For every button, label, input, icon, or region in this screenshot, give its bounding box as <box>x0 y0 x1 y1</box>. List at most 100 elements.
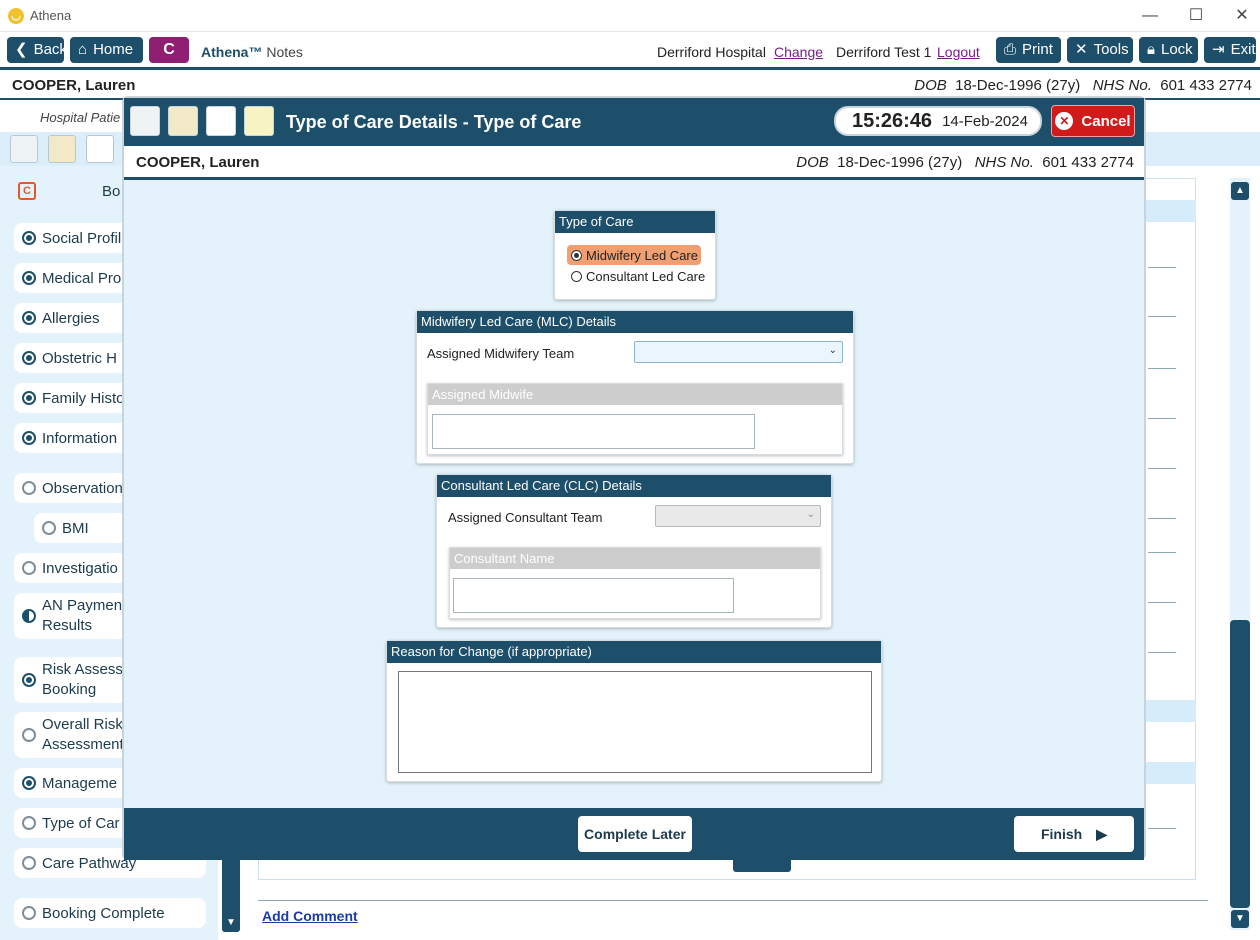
assigned-midwife-field[interactable] <box>432 414 755 449</box>
maximize-button[interactable]: ☐ <box>1186 6 1206 26</box>
finish-label: Finish <box>1040 826 1083 842</box>
medication-pill-icon[interactable] <box>48 135 76 163</box>
patient-name: COOPER, Lauren <box>12 77 136 94</box>
chevron-left-icon: ❮ <box>15 41 28 58</box>
minimize-button[interactable]: — <box>1140 6 1160 26</box>
complete-later-button[interactable]: Complete Later <box>578 816 692 852</box>
sidebar-item-label-line2: Assessment <box>42 736 124 753</box>
scroll-down-icon[interactable]: ▼ <box>222 914 240 932</box>
complete-later-label: Complete Later <box>584 826 686 842</box>
tools-label: Tools <box>1093 41 1129 58</box>
background-divider <box>1148 418 1176 419</box>
lock-button[interactable]: 🔒︎ Lock <box>1139 37 1198 63</box>
window-title: Athena <box>30 8 72 23</box>
scrollbar-thumb[interactable] <box>1230 620 1250 908</box>
lock-icon: 🔒︎ <box>1147 41 1155 58</box>
add-comment-link[interactable]: Add Comment <box>262 908 358 924</box>
patient-dob-nhs: DOB 18-Dec-1996 (27y) NHS No. 601 433 27… <box>796 154 1134 171</box>
lock-label: Lock <box>1160 41 1193 58</box>
mother-baby-icon[interactable] <box>206 106 236 136</box>
background-divider <box>1148 267 1176 268</box>
assigned-midwife-group: Assigned Midwife <box>427 383 843 455</box>
sidebar-item-label: Information <box>42 429 118 447</box>
finish-button[interactable]: Finish ▶ <box>1014 816 1134 852</box>
clock-display: 15:26:46 14-Feb-2024 <box>834 106 1042 136</box>
tools-icon: ✕ <box>1075 41 1088 58</box>
status-incomplete-icon <box>22 481 36 495</box>
exit-button[interactable]: ⇥ Exit <box>1204 37 1256 63</box>
consultant-name-field[interactable] <box>453 578 734 613</box>
dialog-patient-banner: COOPER, Lauren DOB 18-Dec-1996 (27y) NHS… <box>124 146 1144 180</box>
settings-cog-icon[interactable] <box>10 135 38 163</box>
brand-name: Athena™ <box>201 44 263 60</box>
consultant-team-select[interactable]: ⌄ <box>655 505 821 527</box>
reason-for-change-textarea[interactable] <box>398 671 872 773</box>
clock-time: 15:26:46 <box>852 109 933 132</box>
change-hospital-link[interactable]: Change <box>774 44 823 60</box>
close-circle-icon: ✕ <box>1055 112 1074 130</box>
print-button[interactable]: ⎙ Print <box>996 37 1061 63</box>
sidebar-item-label: Investigatio <box>42 559 118 577</box>
sidebar-item-label: AN Paymen <box>42 597 123 614</box>
c-button[interactable]: C <box>149 37 189 63</box>
scroll-up-icon[interactable]: ▲ <box>1231 182 1249 200</box>
clock-date: 14-Feb-2024 <box>942 112 1028 130</box>
user-name: Derriford Test 1 <box>836 44 932 60</box>
main-toolbar: ❮ Back ⌂ Home C Athena™ Notes Derriford Ho… <box>0 32 1260 68</box>
status-complete-icon <box>22 351 36 365</box>
option-label: Consultant Led Care <box>586 269 706 284</box>
sidebar-item-label: Family Histo <box>42 389 125 407</box>
background-divider <box>1148 468 1176 469</box>
sidebar-header: Bo <box>102 183 121 200</box>
sidebar-item-label-line2: Booking <box>42 681 97 698</box>
status-complete-icon <box>22 311 36 325</box>
status-complete-icon <box>22 271 36 285</box>
sidebar-item-label: Manageme <box>42 774 118 792</box>
calendar-icon[interactable] <box>244 106 274 136</box>
status-incomplete-icon <box>22 816 36 830</box>
background-divider <box>1148 368 1176 369</box>
status-incomplete-icon <box>22 728 36 742</box>
consultant-team-label: Assigned Consultant Team <box>448 510 603 525</box>
sidebar-item-label: Medical Pro <box>42 269 122 287</box>
close-window-button[interactable]: ✕ <box>1232 6 1252 26</box>
panel-header: Midwifery Led Care (MLC) Details <box>417 311 853 333</box>
logout-link[interactable]: Logout <box>937 44 980 60</box>
chevron-down-icon: ⌄ <box>806 509 815 520</box>
dialog-header: Type of Care Details - Type of Care 15:2… <box>124 98 1144 146</box>
nhs-value: 601 433 2774 <box>1160 77 1252 94</box>
scroll-down-icon[interactable]: ▼ <box>1231 910 1249 928</box>
status-incomplete-icon <box>42 521 56 535</box>
type-of-care-panel: Type of Care Midwifery Led Care Consulta… <box>554 210 716 300</box>
group-header: Assigned Midwife <box>428 384 842 405</box>
back-button[interactable]: ❮ Back <box>7 37 67 63</box>
medication-pill-icon[interactable] <box>168 106 198 136</box>
c-badge-icon: C <box>18 182 36 200</box>
dialog-footer: Complete Later Finish ▶ <box>124 808 1144 860</box>
mother-baby-icon[interactable] <box>86 135 114 163</box>
tools-button[interactable]: ✕ Tools <box>1067 37 1133 63</box>
status-complete-icon <box>22 231 36 245</box>
midwifery-team-select[interactable]: ⌄ <box>634 341 843 363</box>
dialog-title: Type of Care Details - Type of Care <box>286 112 582 132</box>
status-complete-icon <box>22 431 36 445</box>
status-partial-icon <box>22 609 36 623</box>
midwifery-team-label: Assigned Midwifery Team <box>427 346 575 361</box>
background-divider <box>1148 602 1176 603</box>
status-incomplete-icon <box>22 906 36 920</box>
background-divider <box>1148 518 1176 519</box>
clc-details-panel: Consultant Led Care (CLC) Details Assign… <box>436 474 832 628</box>
hospital-name: Derriford Hospital <box>657 44 766 60</box>
midwifery-led-care-radio[interactable]: Midwifery Led Care <box>567 245 701 265</box>
content-scrollbar[interactable]: ▲ ▼ <box>1230 178 1250 930</box>
settings-cog-icon[interactable] <box>130 106 160 136</box>
background-divider <box>1148 828 1176 829</box>
cancel-button[interactable]: ✕ Cancel <box>1051 105 1135 137</box>
consultant-led-care-radio[interactable]: Consultant Led Care <box>571 269 705 284</box>
sidebar-item-label: Obstetric H <box>42 349 118 367</box>
sidebar-item-booking-complete[interactable]: Booking Complete <box>14 898 206 928</box>
home-button[interactable]: ⌂ Home <box>70 37 143 63</box>
panel-header: Reason for Change (if appropriate) <box>387 641 881 663</box>
dialog-body: Type of Care Midwifery Led Care Consulta… <box>124 180 1144 808</box>
status-complete-icon <box>22 776 36 790</box>
